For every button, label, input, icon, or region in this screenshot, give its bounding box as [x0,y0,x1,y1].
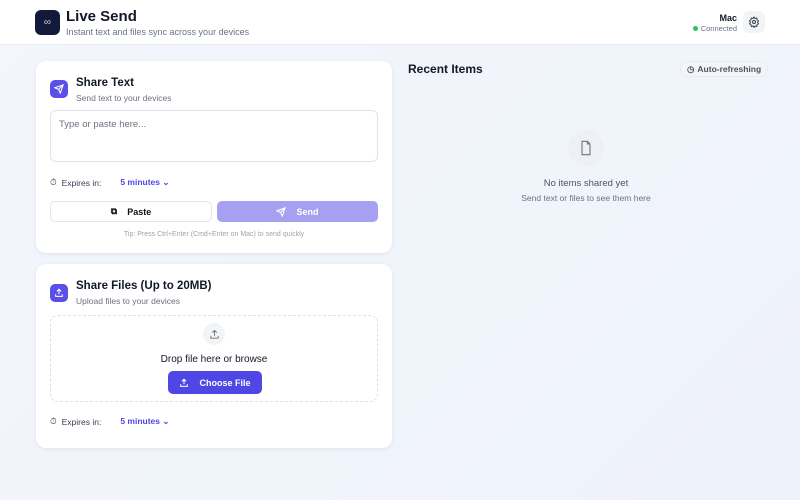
share-text-title: Share Text [76,77,134,89]
text-expiry-row: ⏱ Expires in: 5 minutes ⌄ [50,177,170,188]
send-icon-badge [50,80,68,98]
choose-file-button[interactable]: Choose File [168,371,262,394]
timer-icon: ⏱ [50,416,57,426]
settings-button[interactable] [743,11,765,33]
upload-icon-badge [50,284,68,302]
upload-icon [180,378,189,387]
status-dot-icon [692,26,698,31]
empty-state-title: No items shared yet [543,178,629,189]
chevron-down-icon: ⌄ [162,416,170,426]
paste-label: Paste [127,206,152,217]
gear-icon [748,16,760,28]
upload-circle [203,323,225,345]
share-files-card: Share Files (Up to 20MB) Upload files to… [36,264,392,448]
drop-text: Drop file here or browse [160,354,268,365]
connection-status: Connected [692,24,737,33]
paste-button[interactable]: ⧉ Paste [50,201,212,222]
app-header: ∞ Live Send Instant text and files sync … [0,0,800,45]
paper-plane-icon [276,206,287,217]
expiry-value: 5 minutes [120,416,161,426]
expiry-value: 5 minutes [120,177,161,187]
status-text: Connected [700,24,737,33]
clock-icon: ◷ [687,63,695,74]
empty-state-icon-circle [568,130,604,166]
copy-icon: ⧉ [110,206,118,216]
file-expiry-select[interactable]: 5 minutes ⌄ [120,416,169,427]
share-text-subtitle: Send text to your devices [76,93,172,103]
expires-label: Expires in: [61,416,102,427]
keyboard-tip: Tip: Press Ctrl+Enter (Cmd+Enter on Mac)… [123,231,305,238]
auto-refresh-label: Auto-refreshing [697,64,762,74]
file-dropzone[interactable]: Drop file here or browse Choose File [50,315,378,402]
document-icon [581,140,591,156]
upload-icon [55,288,63,297]
upload-icon [209,329,219,339]
app-logo: ∞ [35,10,60,35]
app-subtitle: Instant text and files sync across your … [66,27,250,37]
send-button[interactable]: Send [217,201,378,222]
app-title: Live Send [66,8,137,25]
text-expiry-select[interactable]: 5 minutes ⌄ [120,177,169,188]
share-files-title: Share Files (Up to 20MB) [76,280,212,292]
share-files-subtitle: Upload files to your devices [76,296,180,306]
paper-plane-icon [54,84,64,94]
timer-icon: ⏱ [50,177,57,187]
recent-items-title: Recent Items [408,62,483,76]
device-name: Mac [719,13,737,23]
send-label: Send [296,206,319,217]
share-text-card: Share Text Send text to your devices Typ… [36,61,392,253]
empty-state-subtitle: Send text or files to see them here [521,193,651,203]
logo-infinity-icon: ∞ [43,17,52,28]
chevron-down-icon: ⌄ [162,177,170,187]
text-input[interactable]: Type or paste here... [50,110,378,162]
choose-file-label: Choose File [199,377,251,388]
file-expiry-row: ⏱ Expires in: 5 minutes ⌄ [50,416,170,427]
expires-label: Expires in: [61,177,102,188]
auto-refresh-badge: ◷ Auto-refreshing [680,61,769,77]
